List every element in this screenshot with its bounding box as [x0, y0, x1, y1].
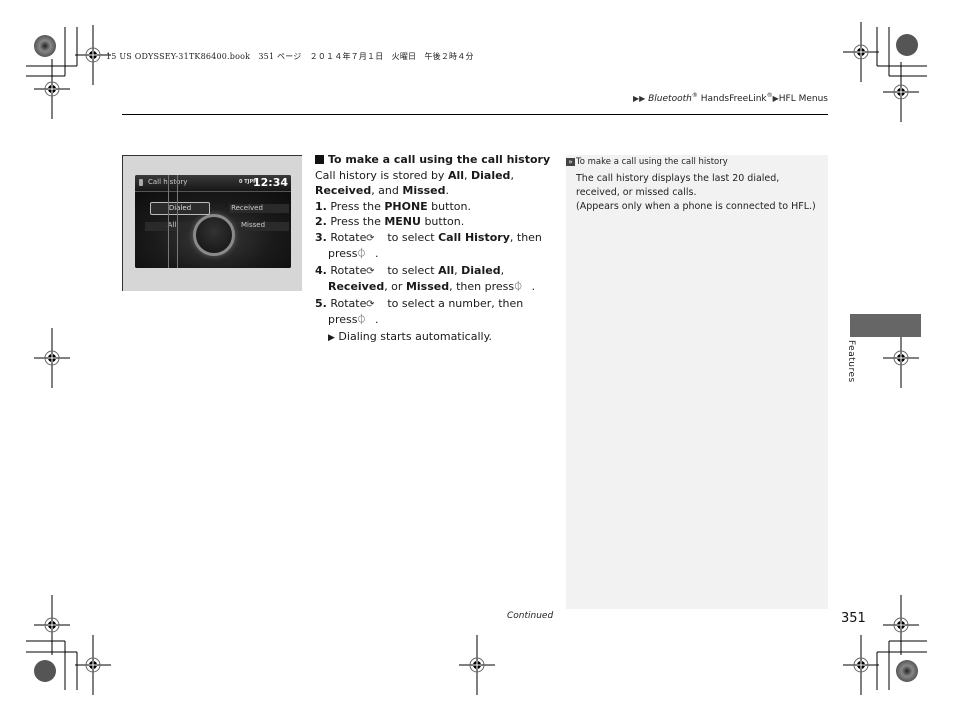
step-2: 2. Press the MENU button. [315, 214, 555, 230]
term-missed: Missed [402, 184, 446, 197]
text: , then press [449, 280, 518, 293]
term-received: Received [328, 280, 385, 293]
note-paragraph: The call history displays the last 20 di… [576, 173, 780, 198]
text: Rotate [330, 263, 370, 277]
breadcrumb-item[interactable]: HFL Menus [779, 94, 828, 104]
text: to select [383, 263, 439, 277]
text: . [531, 280, 536, 293]
text: Press the [330, 215, 385, 228]
step-number: 1. [315, 199, 327, 213]
text: , [464, 168, 471, 182]
breadcrumb-arrow-icon: ▶▶ [632, 94, 646, 103]
term-received: Received [315, 184, 372, 197]
option-received[interactable]: Received [227, 204, 267, 212]
note-paragraph: (Appears only when a phone is connected … [576, 201, 816, 212]
press-dial-icon: ⏀ [513, 282, 524, 293]
text: Press the [330, 199, 385, 213]
text: . [375, 313, 379, 326]
callout-line [177, 175, 178, 268]
screen-illustration: Call history 0 TJPH 12:34 Dialed Receive… [122, 155, 302, 291]
rotate-dial-icon: ⟳ [366, 265, 375, 277]
callout-line [168, 175, 169, 268]
page-number: 351 [841, 611, 866, 626]
reference-icon: » [566, 158, 575, 166]
term-all: All [438, 263, 455, 277]
option-missed[interactable]: Missed [235, 221, 271, 229]
audio-display: Call history 0 TJPH 12:34 Dialed Receive… [135, 175, 291, 268]
button-name: MENU [384, 215, 421, 228]
display-body: Dialed Received All Missed [135, 192, 291, 268]
text: button. [427, 199, 471, 213]
text: , or [384, 280, 406, 293]
registered-mark: ® [691, 92, 698, 99]
step-4: 4. Rotate ⟳ to select All, Dialed, Recei… [315, 263, 555, 296]
section-heading: To make a call using the call history [315, 152, 555, 168]
text: Rotate [330, 296, 370, 310]
text: . [375, 247, 379, 260]
step-3: 3. Rotate ⟳ to select Call History, then… [315, 230, 555, 263]
header-rule [122, 114, 828, 115]
breadcrumb-item[interactable]: HandsFreeLink [701, 94, 767, 104]
text: . [445, 184, 450, 197]
breadcrumb: ▶▶ Bluetooth® HandsFreeLink®▶HFL Menus [633, 92, 828, 104]
button-name: PHONE [384, 199, 428, 213]
text: Call history is stored by [315, 168, 448, 182]
phone-icon [139, 179, 143, 186]
option-all[interactable]: All [162, 221, 182, 229]
print-info: 15 US ODYSSEY-31TK86400.book 351 ページ ２０１… [106, 52, 474, 61]
step-result: ▶ Dialing starts automatically. [315, 329, 555, 347]
text: to select [383, 230, 439, 244]
text: button. [420, 215, 465, 228]
note-title: » To make a call using the call history [566, 157, 728, 167]
step-5: 5. Rotate ⟳ to select a number, then pre… [315, 296, 555, 329]
text: Rotate [330, 230, 370, 244]
section-tab-label[interactable]: Features [846, 340, 856, 383]
press-dial-icon: ⏀ [356, 315, 367, 326]
display-clock: 12:34 [252, 176, 288, 189]
step-number: 4. [315, 263, 327, 277]
menu-item-name: Call History [438, 230, 510, 244]
result-text: Dialing starts automatically. [338, 329, 493, 343]
section-heading-text: To make a call using the call history [328, 153, 551, 166]
selector-knob-icon [193, 214, 235, 256]
rotate-dial-icon: ⟳ [366, 232, 375, 244]
side-note: » To make a call using the call history T… [566, 155, 828, 609]
text: , [510, 168, 514, 182]
term-dialed: Dialed [471, 168, 511, 182]
step-number: 3. [315, 230, 327, 244]
step-number: 5. [315, 296, 327, 310]
term-all: All [447, 168, 464, 182]
note-body: The call history displays the last 20 di… [576, 172, 824, 214]
term-missed: Missed [405, 280, 450, 293]
term-dialed: Dialed [461, 263, 501, 277]
continued-label: Continued [507, 611, 554, 621]
main-content: To make a call using the call history Ca… [315, 152, 555, 346]
option-dialed[interactable]: Dialed [150, 202, 210, 215]
step-number: 2. [315, 215, 327, 228]
text: , [500, 263, 505, 277]
press-dial-icon: ⏀ [356, 249, 367, 260]
section-tab[interactable] [850, 314, 921, 337]
display-header: Call history 0 TJPH 12:34 [135, 175, 291, 192]
text: , and [371, 184, 403, 197]
step-1: 1. Press the PHONE button. [315, 199, 555, 215]
breadcrumb-item[interactable]: Bluetooth [648, 94, 692, 104]
note-title-text[interactable]: To make a call using the call history [576, 157, 728, 167]
rotate-dial-icon: ⟳ [366, 298, 375, 310]
intro-paragraph: Call history is stored by All, Dialed, Re… [315, 168, 555, 199]
result-arrow-icon: ▶ [328, 332, 335, 343]
square-bullet-icon [315, 155, 324, 164]
